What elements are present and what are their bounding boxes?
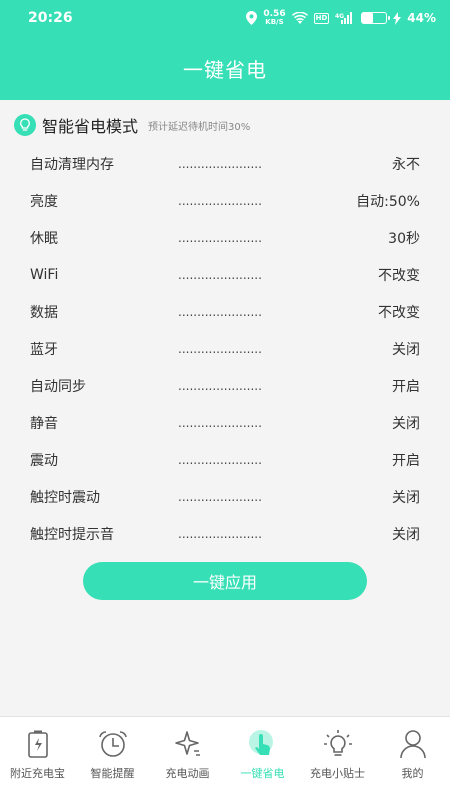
setting-leader-dots: ...................... <box>178 267 262 282</box>
setting-row[interactable]: 自动清理内存...................... 永不 <box>30 145 420 182</box>
setting-value: 不改变 <box>378 267 420 284</box>
hd-badge: HD <box>313 12 330 24</box>
setting-row[interactable]: 触控时震动...................... 关闭 <box>30 478 420 515</box>
setting-leader-dots: ...................... <box>178 452 262 467</box>
setting-label: 静音 <box>30 415 58 432</box>
battery-icon <box>361 12 391 24</box>
page-title: 一键省电 <box>183 57 267 82</box>
setting-label: 触控时震动 <box>30 489 100 506</box>
lightbulb-icon <box>14 114 36 136</box>
tab-label: 一键省电 <box>240 767 285 780</box>
setting-leader-dots: ...................... <box>178 526 262 541</box>
setting-label: 自动清理内存 <box>30 156 114 173</box>
setting-value: 关闭 <box>392 415 420 432</box>
tab-label: 我的 <box>401 767 424 780</box>
tab-label: 充电小贴士 <box>310 767 365 780</box>
setting-label: 蓝牙 <box>30 341 58 358</box>
setting-value: 关闭 <box>392 489 420 506</box>
setting-row[interactable]: 触控时提示音...................... 关闭 <box>30 515 420 552</box>
setting-label: 数据 <box>30 304 58 321</box>
net-speed-unit: KB/S <box>265 18 284 26</box>
setting-leader-dots: ...................... <box>178 378 262 393</box>
tab-charging-animation[interactable]: 充电动画 <box>150 717 225 800</box>
setting-row[interactable]: 数据...................... 不改变 <box>30 293 420 330</box>
alarm-clock-icon <box>98 729 128 759</box>
tab-label: 智能提醒 <box>90 767 135 780</box>
setting-row[interactable]: 蓝牙...................... 关闭 <box>30 330 420 367</box>
svg-text:4G: 4G <box>335 13 344 20</box>
tab-smart-reminder[interactable]: 智能提醒 <box>75 717 150 800</box>
setting-leader-dots: ...................... <box>178 230 262 245</box>
tab-charging-tips[interactable]: 充电小贴士 <box>300 717 375 800</box>
mode-subtitle: 预计延迟待机时间30% <box>148 121 251 133</box>
setting-leader-dots: ...................... <box>178 415 262 430</box>
setting-label: WiFi <box>30 266 59 283</box>
setting-label: 休眠 <box>30 230 58 247</box>
setting-label: 触控时提示音 <box>30 526 114 543</box>
apply-button[interactable]: 一键应用 <box>83 562 367 600</box>
setting-label: 自动同步 <box>30 378 86 395</box>
setting-value: 关闭 <box>392 526 420 543</box>
battery-fill <box>362 13 373 23</box>
setting-row[interactable]: WiFi...................... 不改变 <box>30 256 420 293</box>
setting-label: 亮度 <box>30 193 58 210</box>
sparkle-icon <box>173 729 203 759</box>
battery-percent: 44% <box>407 11 436 25</box>
signal-icon: 4G <box>335 12 353 24</box>
setting-value: 不改变 <box>378 304 420 321</box>
wifi-icon <box>291 12 308 24</box>
mode-title: 智能省电模式 <box>42 117 139 136</box>
tap-hand-icon <box>248 729 278 759</box>
tab-label: 附近充电宝 <box>10 767 65 780</box>
setting-row[interactable]: 自动同步...................... 开启 <box>30 367 420 404</box>
status-icons: 0.56 KB/S HD 4G 44% <box>246 10 436 26</box>
tab-one-key-save[interactable]: 一键省电 <box>225 717 300 800</box>
setting-value: 开启 <box>392 378 420 395</box>
setting-leader-dots: ...................... <box>178 193 262 208</box>
setting-value: 自动:50% <box>356 193 420 210</box>
location-icon <box>246 11 258 25</box>
setting-value: 30秒 <box>388 230 420 247</box>
status-time: 20:26 <box>28 10 73 26</box>
network-speed: 0.56 KB/S <box>263 10 285 26</box>
status-bar: 20:26 0.56 KB/S HD 4G 44% <box>0 0 450 36</box>
power-saving-mode: 智能省电模式 预计延迟待机时间30% <box>14 113 250 137</box>
charging-icon <box>393 11 402 25</box>
setting-row[interactable]: 震动...................... 开启 <box>30 441 420 478</box>
setting-leader-dots: ...................... <box>178 489 262 504</box>
tab-mine[interactable]: 我的 <box>375 717 450 800</box>
setting-value: 关闭 <box>392 341 420 358</box>
setting-label: 震动 <box>30 452 58 469</box>
setting-value: 开启 <box>392 452 420 469</box>
setting-row[interactable]: 休眠...................... 30秒 <box>30 219 420 256</box>
header: 一键省电 <box>0 36 450 100</box>
power-bank-icon <box>23 729 53 759</box>
setting-leader-dots: ...................... <box>178 341 262 356</box>
tab-bar: 附近充电宝 智能提醒 充电动画 一键省电 充电小贴士 我的 <box>0 716 450 800</box>
tab-label: 充电动画 <box>165 767 210 780</box>
setting-value: 永不 <box>392 156 420 173</box>
settings-list: 自动清理内存...................... 永不亮度........… <box>30 145 420 552</box>
lightbulb-icon <box>323 729 353 759</box>
user-icon <box>398 729 428 759</box>
setting-leader-dots: ...................... <box>178 156 262 171</box>
tab-nearby-power-bank[interactable]: 附近充电宝 <box>0 717 75 800</box>
setting-leader-dots: ...................... <box>178 304 262 319</box>
setting-row[interactable]: 静音...................... 关闭 <box>30 404 420 441</box>
setting-row[interactable]: 亮度...................... 自动:50% <box>30 182 420 219</box>
